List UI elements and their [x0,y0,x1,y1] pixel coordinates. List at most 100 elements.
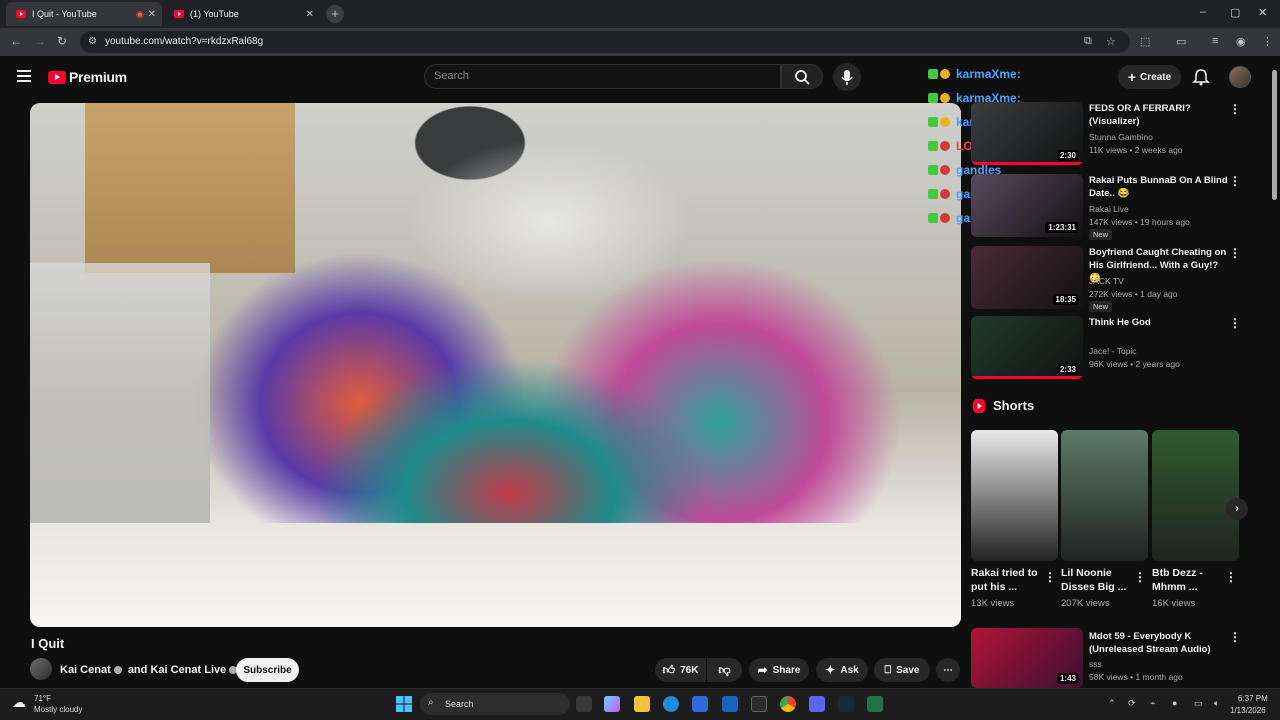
search-input[interactable] [424,64,781,89]
minimize-icon[interactable]: – [1200,6,1206,18]
tray-display-icon[interactable]: ▭ [1194,698,1203,709]
close-tab-icon[interactable]: ✕ [306,9,314,20]
more-options-icon[interactable]: ⋮ [1044,570,1056,584]
notifications-bell-icon[interactable] [1192,68,1210,86]
copilot-icon[interactable] [604,696,620,712]
related-video[interactable]: 2:30 FEDS OR A FERRARI? (Visualizer) Stunn… [971,102,1246,166]
weather-icon[interactable]: ☁ [12,694,26,711]
ask-button[interactable]: ✦ Ask [816,658,868,682]
video-thumbnail[interactable]: 2:33 [971,316,1083,379]
channel-name[interactable]: Kai Cenat and Kai Cenat Live [60,664,240,676]
more-options-icon[interactable]: ⋮ [1229,630,1241,644]
more-options-icon[interactable]: ⋮ [1229,246,1241,260]
related-channel[interactable]: JACK TV [1089,276,1124,286]
tab-youtube[interactable]: (1) YouTube ✕ [164,2,320,26]
short-title[interactable]: Lil Noonie Disses Big ... [1061,566,1133,594]
more-options-icon[interactable]: ⋮ [1229,316,1241,330]
video-thumbnail[interactable]: 1:23:31 [971,174,1083,237]
clock-date[interactable]: 1/13/2026 [1230,706,1266,715]
video-player[interactable] [30,103,961,627]
task-view-icon[interactable] [576,696,592,712]
scrollbar-thumb[interactable] [1272,70,1277,200]
youtube-premium-logo[interactable]: Premium [48,69,127,85]
tray-sync-icon[interactable]: ⟳ [1128,698,1136,709]
related-video[interactable]: 1:23:31 Rakai Puts BunnaB On A Blind Date… [971,174,1246,240]
site-info-icon[interactable]: ⚙ [88,36,97,47]
tray-network-icon[interactable]: ⌁ [1150,698,1155,709]
related-title[interactable]: Rakai Puts BunnaB On A Blind Date.. 😂 [1089,174,1229,200]
new-tab-button[interactable]: + [326,5,344,23]
related-channel[interactable]: Jace! - Topic [1089,346,1137,356]
discord-icon[interactable] [809,696,825,712]
extensions-icon[interactable]: ⬚ [1140,35,1150,48]
related-video[interactable]: 18:35 Boyfriend Caught Cheating on His Gi… [971,246,1246,312]
maximize-icon[interactable]: ▢ [1230,6,1240,19]
related-channel[interactable]: Stunna Gambino [1089,132,1153,142]
bookmark-star-icon[interactable]: ☆ [1106,35,1116,48]
tray-volume-icon[interactable]: 🔈︎ [1214,698,1219,709]
cast-icon[interactable]: ⧉ [1084,35,1092,48]
split-view-icon[interactable]: ▭ [1176,35,1186,48]
related-title[interactable]: Mdot 59 - Everybody K (Unreleased Stream… [1089,630,1229,656]
tab-i-quit[interactable]: I Quit - YouTube ◉ ✕ [6,2,162,26]
more-options-icon[interactable]: ⋮ [1134,570,1146,584]
windows-start-icon[interactable] [396,696,412,712]
clock-time[interactable]: 6:37 PM [1238,694,1268,703]
more-options-icon[interactable]: ⋮ [1225,570,1237,584]
channel-name-2[interactable]: Kai Cenat Live [150,664,226,676]
close-tab-icon[interactable]: ✕ [148,9,156,20]
reload-icon[interactable]: ↻ [57,34,67,48]
related-title[interactable]: FEDS OR A FERRARI? (Visualizer) [1089,102,1229,128]
weather-temp[interactable]: 71°F [34,694,51,703]
more-actions-button[interactable]: ⋯ [936,658,960,682]
channel-avatar[interactable] [30,658,52,680]
related-channel[interactable]: Rakai Live [1089,204,1129,214]
more-options-icon[interactable]: ⋮ [1229,102,1241,116]
shorts-next-button[interactable]: › [1226,498,1248,520]
app-icon[interactable] [751,696,767,712]
short-thumbnail[interactable] [971,430,1058,561]
file-explorer-icon[interactable] [634,696,650,712]
chrome-icon[interactable] [780,696,796,712]
create-button[interactable]: + Create [1118,65,1181,89]
menu-kebab-icon[interactable]: ⋮ [1262,35,1273,48]
weather-desc[interactable]: Mostly cloudy [34,705,82,714]
taskbar-search-box[interactable] [420,693,570,715]
url-text[interactable]: youtube.com/watch?v=rkdzxRal68g [105,36,263,47]
outlook-icon[interactable] [722,696,738,712]
video-thumbnail[interactable]: 2:30 [971,102,1083,165]
short-title[interactable]: Btb Dezz - Mhmm ... [1152,566,1224,594]
subscribe-button[interactable]: Subscribe [236,658,299,682]
tray-mic-icon[interactable]: ● [1172,698,1177,708]
short-title[interactable]: Rakai tried to put his ... [971,566,1043,594]
related-title[interactable]: Think He God [1089,316,1229,329]
video-thumbnail[interactable]: 1:43 [971,628,1083,688]
like-button[interactable]: 👍︎ 76K [655,658,706,682]
store-icon[interactable] [692,696,708,712]
tray-chevron-icon[interactable]: ⌃ [1108,698,1116,709]
excel-icon[interactable] [867,696,883,712]
profile-icon[interactable]: ◉ [1236,35,1246,48]
share-button[interactable]: ➦ Share [749,658,809,682]
dislike-button[interactable]: 👎︎ [707,658,742,682]
audio-icon[interactable]: ◉ [136,9,144,20]
close-window-icon[interactable]: ✕ [1258,6,1267,19]
more-options-icon[interactable]: ⋮ [1229,174,1241,188]
forward-icon[interactable]: → [34,34,46,48]
voice-search-button[interactable] [833,63,861,91]
channel-name-1[interactable]: Kai Cenat [60,664,111,676]
related-video[interactable]: 2:33 Think He God Jace! - Topic 96K views •… [971,316,1246,380]
related-channel[interactable]: sss [1089,659,1102,669]
short-thumbnail[interactable] [1061,430,1148,561]
search-button[interactable] [781,64,823,89]
account-avatar[interactable] [1229,66,1251,88]
edge-icon[interactable] [663,696,679,712]
short-thumbnail[interactable] [1152,430,1239,561]
save-button[interactable]: ⎕ Save [874,658,930,682]
hamburger-menu-icon[interactable] [17,70,31,82]
related-video-bottom[interactable]: 1:43 Mdot 59 - Everybody K (Unreleased S… [971,628,1246,688]
reading-list-icon[interactable]: ≡ [1212,35,1218,47]
video-thumbnail[interactable]: 18:35 [971,246,1083,309]
steam-icon[interactable] [838,696,854,712]
back-icon[interactable]: ← [10,34,22,48]
